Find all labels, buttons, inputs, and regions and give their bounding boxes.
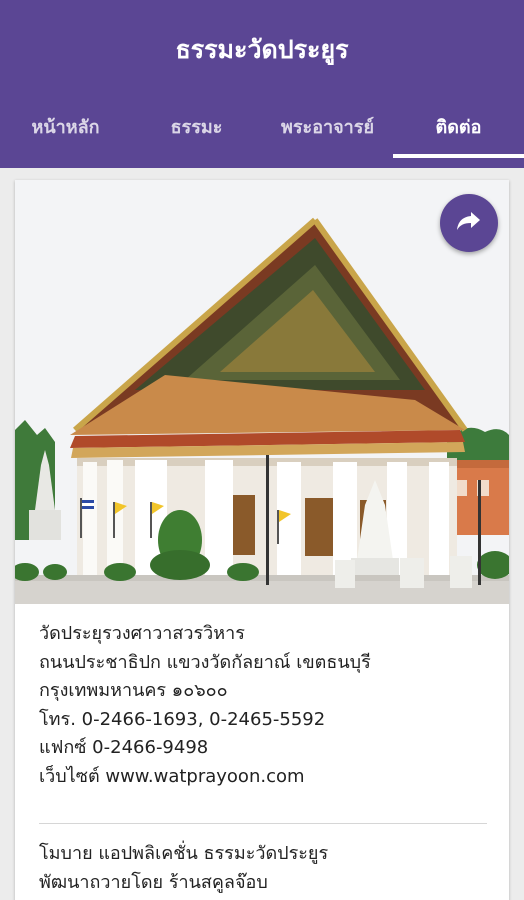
divider <box>39 823 487 824</box>
active-tab-indicator <box>393 154 524 158</box>
share-icon <box>456 210 482 236</box>
contact-info: วัดประยุรวงศาวาสวรวิหาร ถนนประชาธิปก แขว… <box>39 620 489 791</box>
credits-line-2: พัฒนาถวายโดย ร้านสคูลจ๊อบ <box>39 871 268 893</box>
temple-name: วัดประยุรวงศาวาสวรวิหาร <box>39 623 245 644</box>
contact-card: วัดประยุรวงศาวาสวรวิหาร ถนนประชาธิปก แขว… <box>15 180 509 900</box>
tab-bar: หน้าหลัก ธรรมะ พระอาจารย์ ติดต่อ <box>0 100 524 158</box>
address-line-1: ถนนประชาธิปก แขวงวัดกัลยาณ์ เขตธนบุรี <box>39 651 371 673</box>
temple-photo <box>15 180 509 604</box>
tab-dhamma[interactable]: ธรรมะ <box>131 100 262 158</box>
website-text: เว็บไซต์ www.watprayoon.com <box>39 765 305 787</box>
share-button[interactable] <box>440 194 498 252</box>
tab-home[interactable]: หน้าหลัก <box>0 100 131 158</box>
tab-teachers[interactable]: พระอาจารย์ <box>262 100 393 158</box>
credits-line-1: โมบาย แอปพลิเคชั่น ธรรมะวัดประยูร <box>39 843 329 864</box>
credits: โมบาย แอปพลิเคชั่น ธรรมะวัดประยูร พัฒนาถ… <box>39 840 489 897</box>
app-title: ธรรมะวัดประยูร <box>175 35 349 64</box>
fax-text: แฟกซ์ 0-2466-9498 <box>39 737 209 758</box>
phone-text: โทร. 0-2466-1693, 0-2465-5592 <box>39 708 326 730</box>
tab-contact[interactable]: ติดต่อ <box>393 100 524 158</box>
address-line-2: กรุงเทพมหานคร ๑๐๖๐๐ <box>39 680 228 701</box>
app-bar: ธรรมะวัดประยูร หน้าหลัก ธรรมะ พระอาจารย์… <box>0 0 524 168</box>
